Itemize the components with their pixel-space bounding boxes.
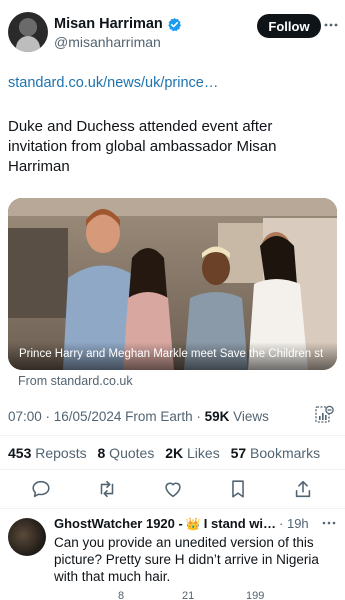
analytics-icon[interactable] [314,405,334,425]
likes-stat[interactable]: 2K Likes [165,445,219,461]
reply-actions: 8 21 199 [54,590,339,600]
bookmark-icon[interactable] [227,478,249,500]
more-icon[interactable] [322,518,336,528]
reposts-stat[interactable]: 453 Reposts [8,445,87,461]
tweet-stats: 453 Reposts 8 Quotes 2K Likes 57 Bookmar… [8,445,327,461]
follow-button[interactable]: Follow [257,14,321,38]
article-link[interactable]: standard.co.uk/news/uk/prince… [8,75,218,91]
quotes-stat[interactable]: 8 Quotes [98,445,155,461]
tweet-actions [0,478,345,502]
reply-repost-count[interactable]: 8 [118,590,124,600]
share-icon[interactable] [292,478,314,500]
reply-author-suffix[interactable]: I stand wi… [204,516,276,531]
reply-avatar[interactable] [8,518,46,556]
reply-views-count[interactable]: 199 [246,590,264,600]
link-source[interactable]: From standard.co.uk [18,374,133,388]
views-label: Views [229,409,269,424]
tweet-media-image[interactable]: Prince Harry and Meghan Markle meet Save… [8,198,337,370]
crown-icon: 👑 [185,516,201,531]
author-display-name[interactable]: Misan Harriman [54,16,163,32]
divider [0,508,345,509]
repost-icon[interactable] [96,478,118,500]
tweet-meta: 07:00 · 16/05/2024 From Earth · 59K View… [8,409,269,424]
reply-author-name[interactable]: GhostWatcher 1920 - [54,516,183,531]
tweet-time[interactable]: 07:00 · 16/05/2024 From Earth · [8,409,205,424]
tweet-text: Duke and Duchess attended event after in… [8,118,277,175]
reply-like-count[interactable]: 21 [182,590,194,600]
divider [0,469,345,470]
tweet-header: Misan Harriman @misanharriman Follow [8,12,338,56]
reply-tweet[interactable]: GhostWatcher 1920 - 👑 I stand wi… · 19h … [0,512,345,600]
reply-header: GhostWatcher 1920 - 👑 I stand wi… · 19h [54,516,309,531]
author-handle[interactable]: @misanharriman [54,34,161,50]
reply-time[interactable]: · 19h [279,516,309,531]
media-caption: Prince Harry and Meghan Markle meet Save… [19,348,324,360]
reply-icon[interactable] [30,478,52,500]
like-icon[interactable] [162,478,184,500]
bookmarks-stat[interactable]: 57 Bookmarks [231,445,321,461]
views-count: 59K [204,409,230,424]
author-avatar[interactable] [8,12,48,52]
verified-badge-icon [168,17,181,31]
more-icon[interactable] [324,18,338,32]
reply-text: Can you provide an unedited version of t… [54,535,319,584]
author-name-row: Misan Harriman [54,16,182,32]
divider [0,435,345,436]
